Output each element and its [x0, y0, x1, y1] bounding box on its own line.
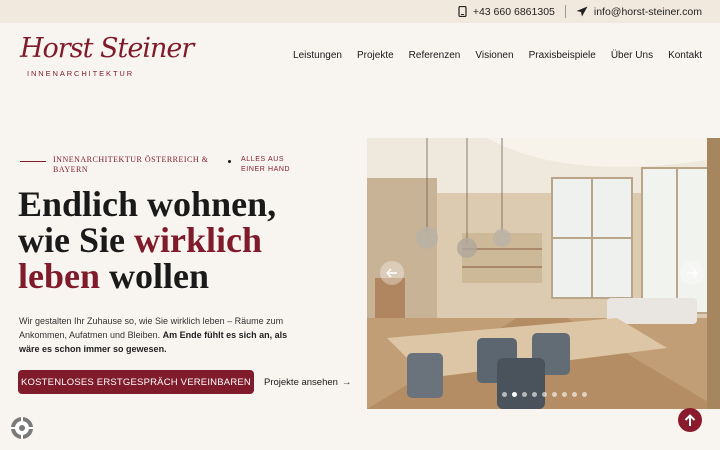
hero-slider-image	[367, 138, 720, 409]
phone-contact[interactable]: +43 660 6861305	[458, 6, 555, 18]
arrow-right-icon: →	[341, 376, 352, 388]
nav-item-kontakt[interactable]: Kontakt	[668, 50, 702, 61]
headline-line-1: Endlich wohnen,	[18, 184, 277, 224]
cookie-settings-button[interactable]	[10, 416, 34, 440]
slider-pagination	[502, 392, 587, 397]
slider-dot[interactable]	[562, 392, 567, 397]
email-address[interactable]: info@horst-steiner.com	[594, 6, 702, 18]
eyebrow-tagline: ALLES AUS EINER HAND	[241, 156, 291, 173]
logo-subtitle: INNENARCHITEKTUR	[27, 69, 135, 78]
slider-next-button[interactable]	[680, 261, 704, 285]
arrow-up-icon	[684, 413, 696, 426]
nav-item-projekte[interactable]: Projekte	[357, 50, 394, 61]
projects-link[interactable]: Projekte ansehen →	[264, 370, 351, 394]
slider-dot[interactable]	[502, 392, 507, 397]
nav-item-visionen[interactable]: Visionen	[475, 50, 513, 61]
headline-accent-leben: leben	[18, 256, 101, 296]
slider-dot[interactable]	[552, 392, 557, 397]
eyebrow-dot	[228, 160, 231, 163]
eyebrow-line	[20, 161, 46, 162]
projects-link-label: Projekte ansehen	[264, 376, 338, 388]
site-logo[interactable]: Horst Steiner INNENARCHITEKTUR	[20, 33, 194, 84]
slider-dot[interactable]	[522, 392, 527, 397]
nav-item-praxisbeispiele[interactable]: Praxisbeispiele	[529, 50, 596, 61]
top-contact-bar: +43 660 6861305 info@horst-steiner.com	[0, 0, 720, 23]
slider-dot[interactable]	[582, 392, 587, 397]
back-to-top-button[interactable]	[678, 408, 702, 432]
nav-item-ueber-uns[interactable]: Über Uns	[611, 50, 653, 61]
hero-description: Wir gestalten Ihr Zuhause so, wie Sie wi…	[19, 314, 299, 356]
nav-item-referenzen[interactable]: Referenzen	[409, 50, 461, 61]
logo-script: Horst Steiner	[20, 33, 194, 64]
slider-dot[interactable]	[512, 392, 517, 397]
send-icon	[576, 6, 588, 17]
main-nav: Leistungen Projekte Referenzen Visionen …	[293, 50, 702, 61]
arrow-right-icon	[687, 268, 698, 278]
eyebrow-region: INNENARCHITEKTUR ÖSTERREICH & BAYERN	[53, 155, 209, 174]
divider	[564, 5, 566, 18]
interior-photo	[367, 138, 720, 409]
hero-eyebrow: INNENARCHITEKTUR ÖSTERREICH & BAYERN ALL…	[20, 155, 301, 175]
slider-dot[interactable]	[572, 392, 577, 397]
slider-dot[interactable]	[542, 392, 547, 397]
arrow-left-icon	[386, 268, 397, 278]
headline-line-3b: wollen	[100, 256, 210, 296]
phone-number[interactable]: +43 660 6861305	[473, 6, 555, 18]
slider-prev-button[interactable]	[380, 261, 404, 285]
headline-line-2a: wie Sie	[18, 220, 134, 260]
slider-dot[interactable]	[532, 392, 537, 397]
hero-headline: Endlich wohnen, wie Sie wirklich leben w…	[18, 186, 348, 294]
phone-icon	[458, 6, 467, 17]
consultation-button[interactable]: KOSTENLOSES ERSTGESPRÄCH VEREINBAREN	[18, 370, 254, 394]
nav-item-leistungen[interactable]: Leistungen	[293, 50, 342, 61]
gear-icon	[11, 417, 33, 439]
email-contact[interactable]: info@horst-steiner.com	[576, 6, 702, 18]
headline-accent-wirklich: wirklich	[133, 220, 262, 260]
